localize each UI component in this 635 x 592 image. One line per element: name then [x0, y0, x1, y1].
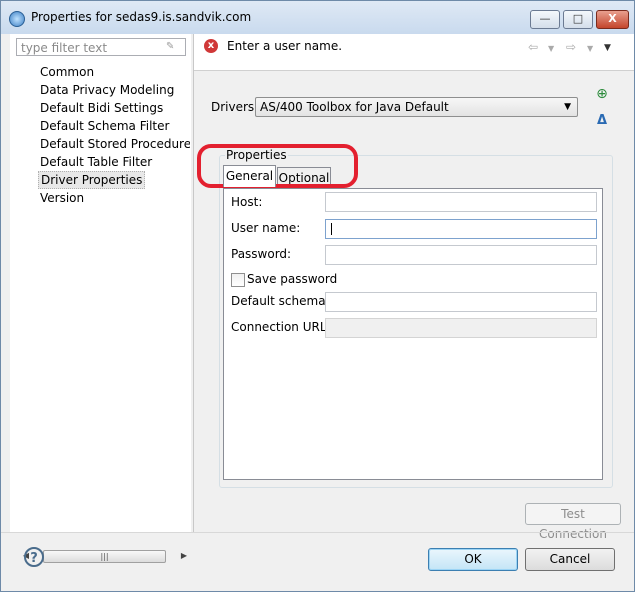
host-field[interactable] — [325, 192, 597, 212]
title-bar: Properties for sedas9.is.sandvik.com — □… — [1, 1, 634, 34]
view-menu-icon[interactable]: ▼ — [604, 43, 611, 53]
tree-item-default-table-filter[interactable]: Default Table Filter — [38, 153, 190, 171]
default-schema-label: Default schema: — [231, 294, 330, 308]
close-button[interactable]: X — [596, 10, 629, 29]
eclipse-app-icon — [9, 11, 25, 27]
filter-input[interactable]: type filter text — [16, 38, 186, 56]
back-menu-chevron-icon[interactable]: ▼ — [548, 44, 554, 53]
preference-tree: Common Data Privacy Modeling Default Bid… — [38, 63, 190, 207]
button-bar-divider — [1, 532, 634, 533]
drivers-selected-value: AS/400 Toolbox for Java Default — [260, 100, 449, 114]
preference-sidebar: type filter text ✎ Common Data Privacy M… — [10, 34, 191, 563]
test-connection-button[interactable]: Test Connection — [525, 503, 621, 541]
user-name-field[interactable] — [325, 219, 597, 239]
password-field[interactable] — [325, 245, 597, 265]
cancel-button[interactable]: Cancel — [525, 548, 615, 571]
horizontal-scrollbar[interactable]: ◀ ||| ▶ — [19, 549, 191, 563]
red-highlight-annotation — [197, 144, 358, 188]
new-driver-icon[interactable]: ⊕ — [594, 86, 610, 102]
dropdown-arrow-icon: ▼ — [564, 102, 571, 112]
default-schema-field[interactable] — [325, 292, 597, 312]
window-title: Properties for sedas9.is.sandvik.com — [31, 10, 252, 24]
forward-icon[interactable]: ⇨ — [566, 40, 576, 54]
properties-page: x Enter a user name. ⇦ ▼ ⇨ ▼ ▼ Drivers: … — [194, 34, 634, 541]
help-icon[interactable]: ? — [24, 547, 44, 567]
tree-item-version[interactable]: Version — [38, 189, 190, 207]
drivers-label: Drivers: — [211, 100, 259, 114]
ok-button[interactable]: OK — [428, 548, 518, 571]
clear-filter-icon[interactable]: ✎ — [166, 41, 176, 53]
connection-url-label: Connection URL: — [231, 320, 331, 334]
tree-item-default-stored-procedure[interactable]: Default Stored Procedure F — [38, 135, 190, 153]
tree-item-default-bidi-settings[interactable]: Default Bidi Settings — [38, 99, 190, 117]
text-cursor — [331, 223, 332, 235]
error-message: Enter a user name. — [227, 39, 343, 53]
forward-menu-chevron-icon[interactable]: ▼ — [587, 44, 593, 53]
properties-dialog: Properties for sedas9.is.sandvik.com — □… — [0, 0, 635, 592]
tree-item-default-schema-filter[interactable]: Default Schema Filter — [38, 117, 190, 135]
tab-general[interactable]: General — [223, 165, 276, 187]
user-name-label: User name: — [231, 221, 301, 235]
minimize-button[interactable]: — — [530, 10, 560, 29]
edit-driver-icon[interactable]: Δ — [594, 113, 610, 129]
host-label: Host: — [231, 195, 263, 209]
tree-item-common[interactable]: Common — [38, 63, 190, 81]
save-password-checkbox[interactable] — [231, 273, 245, 287]
tree-item-driver-properties[interactable]: Driver Properties — [38, 171, 146, 189]
scroll-right-icon[interactable]: ▶ — [177, 549, 191, 563]
password-label: Password: — [231, 247, 292, 261]
message-bar: x Enter a user name. ⇦ ▼ ⇨ ▼ ▼ — [194, 34, 634, 71]
error-icon: x — [204, 39, 218, 53]
back-icon[interactable]: ⇦ — [528, 40, 538, 54]
save-password-label[interactable]: Save password — [247, 272, 337, 286]
drivers-select[interactable]: AS/400 Toolbox for Java Default ▼ — [255, 97, 578, 117]
connection-url-field — [325, 318, 597, 338]
maximize-button[interactable]: □ — [563, 10, 593, 29]
tree-item-data-privacy-modeling[interactable]: Data Privacy Modeling — [38, 81, 190, 99]
scrollbar-thumb[interactable]: ||| — [43, 550, 166, 563]
